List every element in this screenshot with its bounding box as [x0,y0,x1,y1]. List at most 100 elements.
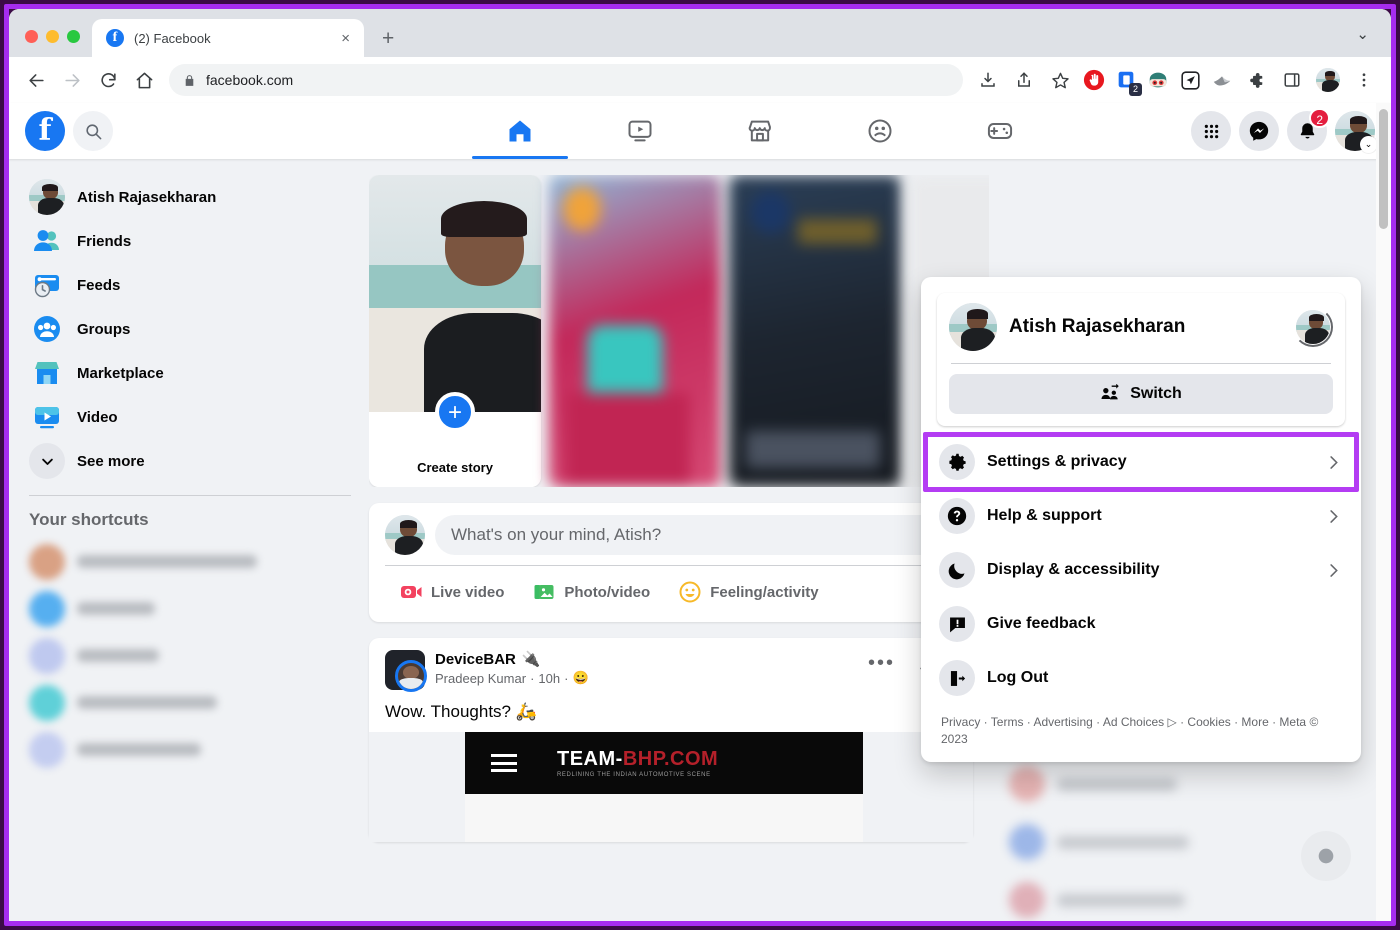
grid-menu-icon[interactable] [1191,111,1231,151]
user-avatar [29,179,65,215]
composer-action-label: Live video [431,583,505,601]
adblock-icon[interactable] [1079,65,1109,95]
feeds-icon [29,267,65,303]
post-time: 10h [538,670,561,686]
post-text: Wow. Thoughts? 🛵 [385,702,537,721]
browser-window: f (2) Facebook × + ⌄ facebook.com 2 f 2 … [9,9,1391,921]
menu-item-give-feedback[interactable]: Give feedback [929,598,1353,650]
download-icon[interactable] [971,63,1005,97]
menu-item-help-support[interactable]: Help & support [929,490,1353,542]
maximize-window-button[interactable] [67,30,80,43]
sidebar-item-profile[interactable]: Atish Rajasekharan [21,175,361,219]
tab-marketplace[interactable] [704,103,816,159]
scrollbar-thumb[interactable] [1379,109,1388,229]
nav-left-group [9,111,329,151]
facebook-icon: f [106,29,124,47]
post-meta: Pradeep Kumar · 10h · 😀 [435,670,589,686]
tab-video[interactable] [584,103,696,159]
chevron-down-icon[interactable]: ⌄ [1356,25,1391,57]
bookmark-star-icon[interactable] [1043,63,1077,97]
profile-avatar[interactable] [1311,63,1345,97]
plug-emoji: 🔌 [521,651,541,668]
share-icon[interactable] [1007,63,1041,97]
create-story-label: Create story [417,460,493,475]
shortcut-label [77,555,257,568]
list-item[interactable] [1001,755,1375,813]
profile-row[interactable]: Atish Rajasekharan [949,303,1333,351]
create-story-photo [369,175,541,413]
page-scrollbar[interactable] [1376,103,1391,921]
browser-tab[interactable]: f (2) Facebook × [92,19,364,57]
live-video-button[interactable]: Live video [385,572,518,612]
list-item[interactable] [21,632,361,679]
forward-icon[interactable] [55,63,89,97]
list-item[interactable] [21,679,361,726]
facebook-logo[interactable] [25,111,65,151]
stories-tray: + Create story [369,175,989,487]
post-media[interactable]: TEAM-BHP.COM REDLINING THE INDIAN AUTOMO… [369,732,973,842]
minimize-window-button[interactable] [46,30,59,43]
create-story-footer: + Create story [369,392,541,487]
sidebar-item-label: See more [77,452,145,470]
post-more-options-icon[interactable]: ••• [868,653,895,673]
switch-profile-icon[interactable] [1293,307,1333,347]
list-item[interactable] [21,726,361,773]
sidebar-item-label: Groups [77,320,131,338]
send-icon[interactable] [1175,65,1205,95]
tab-home[interactable] [464,103,576,159]
live-video-icon [399,580,423,604]
search-icon[interactable] [73,111,113,151]
sidebar-item-feeds[interactable]: Feeds [21,263,361,307]
address-bar[interactable]: facebook.com [169,64,963,96]
menu-item-settings-privacy[interactable]: Settings & privacy [929,436,1353,488]
sidebar-item-label: Video [77,408,118,426]
extension-face-icon[interactable] [1143,65,1173,95]
extension-bird-icon[interactable] [1207,65,1237,95]
sidebar-item-video[interactable]: Video [21,395,361,439]
sidebar-item-see-more[interactable]: See more [21,439,361,483]
facebook-app: 2 ⌄ [9,103,1391,921]
tab-groups[interactable] [824,103,936,159]
audience-icon[interactable]: 😀 [572,670,588,686]
list-item[interactable] [21,538,361,585]
photo-video-icon [532,580,556,604]
photo-video-button[interactable]: Photo/video [518,572,664,612]
new-tab-button[interactable]: + [364,28,408,57]
side-panel-icon[interactable] [1275,63,1309,97]
dropdown-footer-links[interactable]: Privacy · Terms · Advertising · Ad Choic… [929,706,1353,754]
close-window-button[interactable] [25,30,38,43]
story-card[interactable] [729,175,901,487]
switch-accounts-button[interactable]: Switch [949,374,1333,414]
reload-icon[interactable] [91,63,125,97]
messenger-icon[interactable] [1239,111,1279,151]
kebab-menu-icon[interactable] [1347,63,1381,97]
screenshot-root: f (2) Facebook × + ⌄ facebook.com 2 f 2 … [0,0,1400,930]
bell-icon[interactable]: 2 [1287,108,1330,151]
groups-icon [29,311,65,347]
post-author: Pradeep Kumar [435,670,527,686]
page-avatar[interactable] [385,650,427,692]
back-icon[interactable] [19,63,53,97]
menu-item-log-out[interactable]: Log Out [929,652,1353,704]
home-icon[interactable] [127,63,161,97]
story-card[interactable] [549,175,721,487]
tab-manager-icon[interactable]: 2 [1111,65,1142,96]
sidebar-item-friends[interactable]: Friends [21,219,361,263]
account-menu-button[interactable]: ⌄ [1335,111,1377,153]
sidebar-divider [29,495,351,496]
new-message-fab[interactable] [1301,831,1351,881]
feeling-activity-button[interactable]: Feeling/activity [664,572,832,612]
shortcut-label [77,743,201,756]
menu-item-display-accessibility[interactable]: Display & accessibility [929,544,1353,596]
sidebar-item-groups[interactable]: Groups [21,307,361,351]
create-story-card[interactable]: + Create story [369,175,541,487]
post-page-name[interactable]: DeviceBAR 🔌 [435,650,589,669]
sidebar-item-marketplace[interactable]: Marketplace [21,351,361,395]
shortcut-label [77,649,159,662]
close-tab-icon[interactable]: × [337,30,354,47]
puzzle-extensions-icon[interactable] [1239,63,1273,97]
tab-gaming[interactable] [944,103,1056,159]
list-item[interactable] [21,585,361,632]
logo-main-text: TEAM- [557,748,623,770]
composer-input[interactable]: What's on your mind, Atish? [435,515,957,555]
